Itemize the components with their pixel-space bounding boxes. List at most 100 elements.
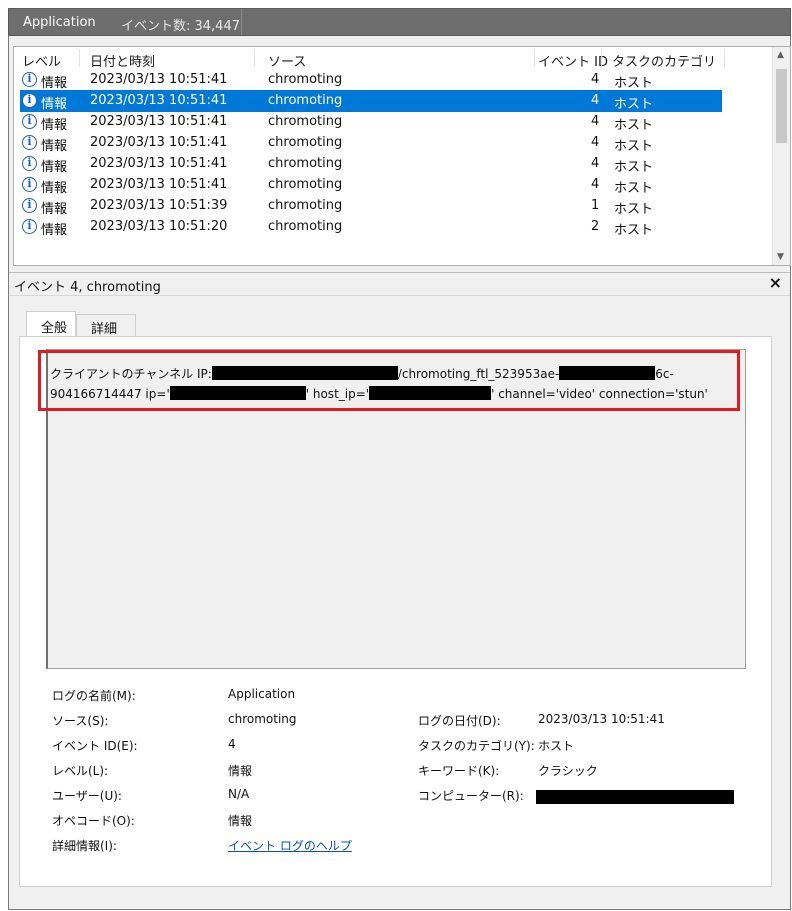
event-detail-title: イベント 4, chromoting [14, 280, 161, 295]
more-info-label: 詳細情報(I): [52, 839, 117, 853]
table-row[interactable]: i 情報 2023/03/13 10:51:41 chromoting 4 ホスト [14, 90, 774, 112]
row-datetime: 2023/03/13 10:51:41 [90, 135, 228, 150]
info-icon: i [22, 177, 37, 192]
row-datetime: 2023/03/13 10:51:41 [90, 114, 228, 129]
table-row[interactable]: i 情報 2023/03/13 10:51:41 chromoting 4 ホスト [14, 174, 774, 196]
table-row[interactable]: i 情報 2023/03/13 10:51:20 chromoting 2 ホスト [14, 216, 774, 238]
tab-details[interactable]: 詳細 [76, 314, 136, 337]
event-list-scrollbar[interactable]: ▲ ▼ [772, 47, 790, 265]
close-icon[interactable]: × [769, 273, 782, 292]
opcode-value: 情報 [228, 814, 253, 828]
level-value: 情報 [228, 764, 253, 778]
column-divider[interactable] [601, 49, 602, 67]
table-row[interactable]: i 情報 2023/03/13 10:51:41 chromoting 4 ホスト [14, 153, 774, 175]
info-icon: i [22, 114, 37, 129]
column-divider[interactable] [79, 49, 80, 67]
row-category: ホスト [614, 118, 654, 133]
table-row[interactable]: i 情報 2023/03/13 10:51:41 chromoting 4 ホスト [14, 69, 774, 91]
row-source: chromoting [268, 114, 343, 129]
row-source: chromoting [268, 219, 343, 234]
scroll-down-icon[interactable]: ▼ [777, 252, 784, 262]
info-icon: i [22, 135, 37, 150]
row-level: 情報 [41, 76, 68, 91]
row-event-id: 1 [591, 198, 600, 213]
row-source: chromoting [268, 135, 343, 150]
row-event-id: 2 [591, 219, 600, 234]
row-source: chromoting [268, 72, 343, 87]
tab-details-label: 詳細 [91, 322, 118, 337]
event-log-help-link[interactable]: イベント ログのヘルプ [228, 837, 352, 854]
column-datetime[interactable]: 日付と時刻 [90, 51, 155, 70]
column-level[interactable]: レベル [22, 51, 61, 70]
row-level: 情報 [41, 202, 68, 217]
row-level: 情報 [41, 223, 68, 238]
row-event-id: 4 [591, 135, 600, 150]
row-category: ホスト [614, 97, 654, 112]
info-icon: i [22, 198, 37, 213]
event-list[interactable]: レベル 日付と時刻 ソース イベント ID タスクのカテゴリ i 情報 2023/0… [13, 46, 791, 266]
info-icon: i [22, 72, 37, 87]
event-count: イベント数: 34,447 [121, 19, 240, 34]
column-divider[interactable] [724, 49, 725, 67]
computer-label: コンピューター(R): [418, 789, 524, 803]
tab-general-label: 全般 [41, 321, 68, 336]
source-value: chromoting [228, 712, 297, 726]
column-divider[interactable] [534, 49, 535, 67]
row-event-id: 4 [591, 114, 600, 129]
row-event-id: 4 [591, 93, 600, 108]
table-row[interactable]: i 情報 2023/03/13 10:51:41 chromoting 4 ホスト [14, 132, 774, 154]
row-event-id: 4 [591, 72, 600, 87]
column-divider[interactable] [254, 49, 255, 67]
task-category-value: ホスト [538, 739, 575, 753]
row-datetime: 2023/03/13 10:51:41 [90, 156, 228, 171]
row-datetime: 2023/03/13 10:51:20 [90, 219, 228, 234]
event-id-value: 4 [228, 737, 236, 751]
row-level: 情報 [41, 139, 68, 154]
user-value: N/A [228, 787, 250, 801]
row-category: ホスト [614, 202, 654, 217]
column-event-id[interactable]: イベント ID [538, 51, 608, 70]
row-category: ホスト [614, 181, 654, 196]
row-level: 情報 [41, 118, 68, 133]
column-category[interactable]: タスクのカテゴリ [612, 51, 716, 70]
column-source[interactable]: ソース [268, 51, 306, 70]
row-datetime: 2023/03/13 10:51:41 [90, 177, 228, 192]
row-level: 情報 [41, 181, 68, 196]
row-level: 情報 [41, 160, 68, 175]
row-category: ホスト [614, 139, 654, 154]
info-icon: i [22, 219, 37, 234]
scroll-thumb[interactable] [776, 69, 787, 143]
log-name-value: Application [228, 687, 296, 701]
title-divider [241, 9, 242, 35]
event-detail-header: イベント 4, chromoting × [9, 272, 790, 296]
user-label: ユーザー(U): [52, 789, 122, 803]
column-header: レベル 日付と時刻 ソース イベント ID タスクのカテゴリ [14, 47, 790, 70]
info-icon: i [22, 93, 37, 108]
task-category-label: タスクのカテゴリ(Y): [418, 739, 535, 753]
row-source: chromoting [268, 177, 343, 192]
row-category: ホスト [614, 223, 654, 238]
row-level: 情報 [41, 97, 68, 112]
log-name-label: ログの名前(M): [52, 689, 136, 703]
scroll-up-icon[interactable]: ▲ [777, 50, 784, 60]
table-row[interactable]: i 情報 2023/03/13 10:51:39 chromoting 1 ホスト [14, 195, 774, 217]
keywords-value: クラシック [538, 764, 598, 778]
logged-label: ログの日付(D): [418, 714, 501, 728]
source-label: ソース(S): [52, 714, 109, 728]
event-id-label: イベント ID(E): [52, 739, 138, 753]
row-category: ホスト [614, 76, 654, 91]
keywords-label: キーワード(K): [418, 764, 500, 778]
row-event-id: 4 [591, 156, 600, 171]
logged-value: 2023/03/13 10:51:41 [538, 712, 665, 726]
opcode-label: オペコード(O): [52, 814, 135, 828]
row-datetime: 2023/03/13 10:51:41 [90, 93, 228, 108]
row-event-id: 4 [591, 177, 600, 192]
row-datetime: 2023/03/13 10:51:41 [90, 72, 228, 87]
row-source: chromoting [268, 156, 343, 171]
highlight-box [38, 350, 740, 411]
row-source: chromoting [268, 93, 343, 108]
table-row[interactable]: i 情報 2023/03/13 10:51:41 chromoting 4 ホスト [14, 111, 774, 133]
info-icon: i [22, 156, 37, 171]
tab-general[interactable]: 全般 [26, 311, 76, 338]
level-label: レベル(L): [52, 764, 109, 778]
